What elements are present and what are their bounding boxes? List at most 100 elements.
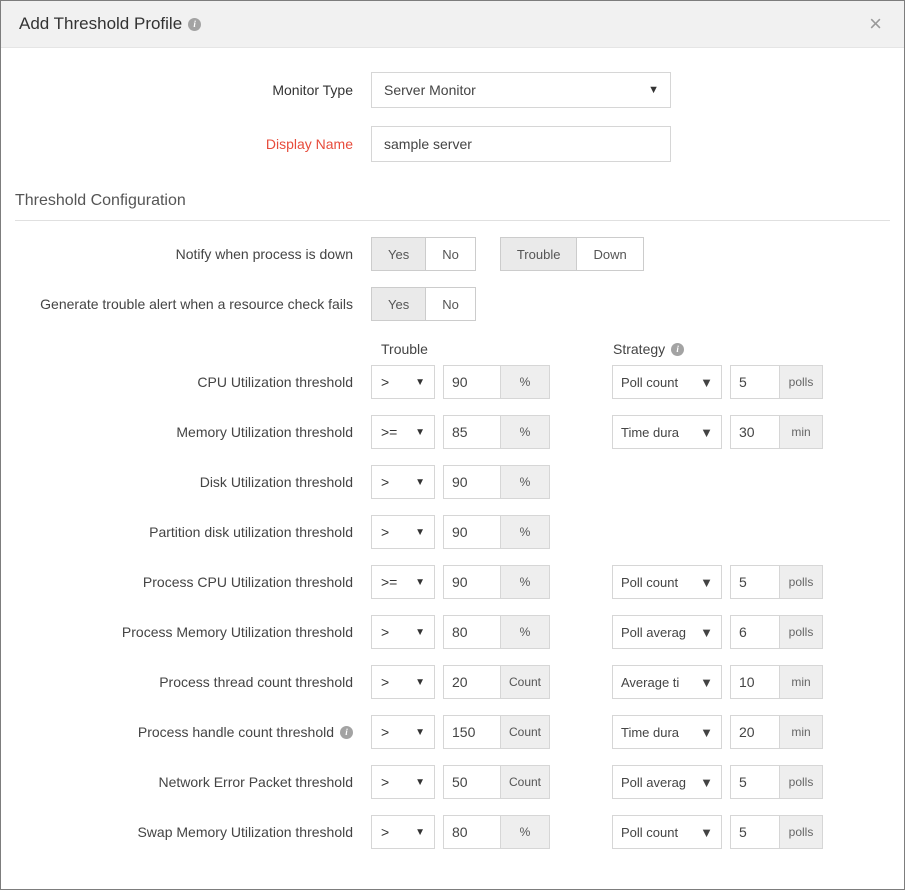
threshold-value-input[interactable] [443,565,501,599]
threshold-label: Network Error Packet threshold [15,774,371,790]
notify-trouble-down-group: Trouble Down [500,237,644,271]
strategy-value: Average ti [621,675,679,690]
threshold-value-input[interactable] [443,615,501,649]
strategy-select[interactable]: Poll count ▼ [612,565,722,599]
threshold-value-input[interactable] [443,715,501,749]
threshold-value-input[interactable] [443,815,501,849]
strategy-select[interactable]: Average ti▼ [612,665,722,699]
strategy-unit: polls [779,765,823,799]
display-name-input[interactable] [371,126,671,162]
operator-select[interactable]: >= ▼ [371,415,435,449]
notify-yes-button[interactable]: Yes [372,238,425,270]
notify-no-button[interactable]: No [425,238,475,270]
threshold-label: Process CPU Utilization threshold [15,574,371,590]
threshold-row: Swap Memory Utilization threshold>▼%Poll… [15,815,890,849]
threshold-label-text: Disk Utilization threshold [200,474,353,490]
operator-select[interactable]: >▼ [371,815,435,849]
operator-select[interactable]: >▼ [371,365,435,399]
notify-process-down-label: Notify when process is down [15,246,371,262]
chevron-down-icon: ▼ [415,427,425,438]
threshold-row: Memory Utilization threshold>=▼%Time dur… [15,415,890,449]
operator-select[interactable]: >▼ [371,515,435,549]
strategy-value-input[interactable] [730,665,780,699]
close-icon[interactable]: × [865,13,886,35]
strategy-unit: polls [779,615,823,649]
strategy-select[interactable]: Poll averag▼ [612,765,722,799]
threshold-value-input[interactable] [443,665,501,699]
info-icon[interactable]: i [340,726,353,739]
strategy-value-input[interactable] [730,565,780,599]
threshold-unit: Count [500,715,550,749]
resource-check-label: Generate trouble alert when a resource c… [15,296,371,312]
trouble-column-header: Trouble [381,341,613,357]
notify-down-button[interactable]: Down [576,238,642,270]
threshold-value-input[interactable] [443,415,501,449]
threshold-unit: Count [500,765,550,799]
threshold-value-input[interactable] [443,515,501,549]
strategy-select[interactable]: Time dura▼ [612,715,722,749]
add-threshold-profile-modal: Add Threshold Profile i × Monitor Type S… [0,0,905,890]
monitor-type-label: Monitor Type [15,82,371,98]
operator-value: > [381,374,389,390]
operator-value: > [381,674,389,690]
resource-yes-button[interactable]: Yes [372,288,425,320]
strategy-header-text: Strategy [613,341,665,357]
strategy-value: Poll count [621,825,678,840]
operator-select[interactable]: >▼ [371,715,435,749]
modal-header: Add Threshold Profile i × [1,1,904,48]
threshold-label-text: Memory Utilization threshold [176,424,353,440]
notify-yes-no-group: Yes No [371,237,476,271]
col-spacer [15,341,381,357]
threshold-value-input[interactable] [443,765,501,799]
operator-value: > [381,774,389,790]
threshold-row: Disk Utilization threshold >▼% [15,465,890,499]
strategy-value-input[interactable] [730,765,780,799]
threshold-label-text: Process CPU Utilization threshold [143,574,353,590]
operator-value: > [381,474,389,490]
threshold-unit: % [500,365,550,399]
threshold-label: Disk Utilization threshold [15,474,371,490]
monitor-type-row: Monitor Type Server Monitor ▼ [15,72,890,108]
strategy-value-input[interactable] [730,615,780,649]
threshold-label-text: Network Error Packet threshold [158,774,353,790]
threshold-label: Memory Utilization threshold [15,424,371,440]
operator-select[interactable]: >▼ [371,615,435,649]
threshold-label-text: Process handle count threshold [138,724,334,740]
resource-no-button[interactable]: No [425,288,475,320]
strategy-unit: min [779,665,823,699]
info-icon[interactable]: i [188,18,201,31]
operator-select[interactable]: >=▼ [371,565,435,599]
threshold-value-input[interactable] [443,365,501,399]
strategy-value-input[interactable] [730,715,780,749]
threshold-unit: Count [500,665,550,699]
strategy-select[interactable]: Poll count▼ [612,815,722,849]
monitor-type-select[interactable]: Server Monitor ▼ [371,72,671,108]
strategy-value: Poll count [621,575,678,590]
threshold-label: Process Memory Utilization threshold [15,624,371,640]
threshold-label-text: Swap Memory Utilization threshold [137,824,353,840]
operator-select[interactable]: >▼ [371,465,435,499]
strategy-value-input[interactable] [730,815,780,849]
threshold-label-text: CPU Utilization threshold [197,374,353,390]
operator-select[interactable]: >▼ [371,665,435,699]
notify-trouble-button[interactable]: Trouble [501,238,577,270]
operator-select[interactable]: >▼ [371,765,435,799]
info-icon[interactable]: i [671,343,684,356]
strategy-select[interactable]: Poll averag▼ [612,615,722,649]
chevron-down-icon: ▼ [700,575,713,590]
threshold-value-input[interactable] [443,465,501,499]
chevron-down-icon: ▼ [700,425,713,440]
operator-value: >= [381,424,397,440]
strategy-select[interactable]: Time dura▼ [612,415,722,449]
chevron-down-icon: ▼ [700,375,713,390]
strategy-value-input[interactable] [730,365,780,399]
chevron-down-icon: ▼ [700,625,713,640]
strategy-select[interactable]: Poll count▼ [612,365,722,399]
modal-title: Add Threshold Profile i [19,14,201,34]
threshold-configuration-heading: Threshold Configuration [15,192,890,221]
strategy-value-input[interactable] [730,415,780,449]
threshold-row: CPU Utilization threshold>▼%Poll count▼p… [15,365,890,399]
threshold-unit: % [500,465,550,499]
operator-value: > [381,724,389,740]
chevron-down-icon: ▼ [415,577,425,588]
